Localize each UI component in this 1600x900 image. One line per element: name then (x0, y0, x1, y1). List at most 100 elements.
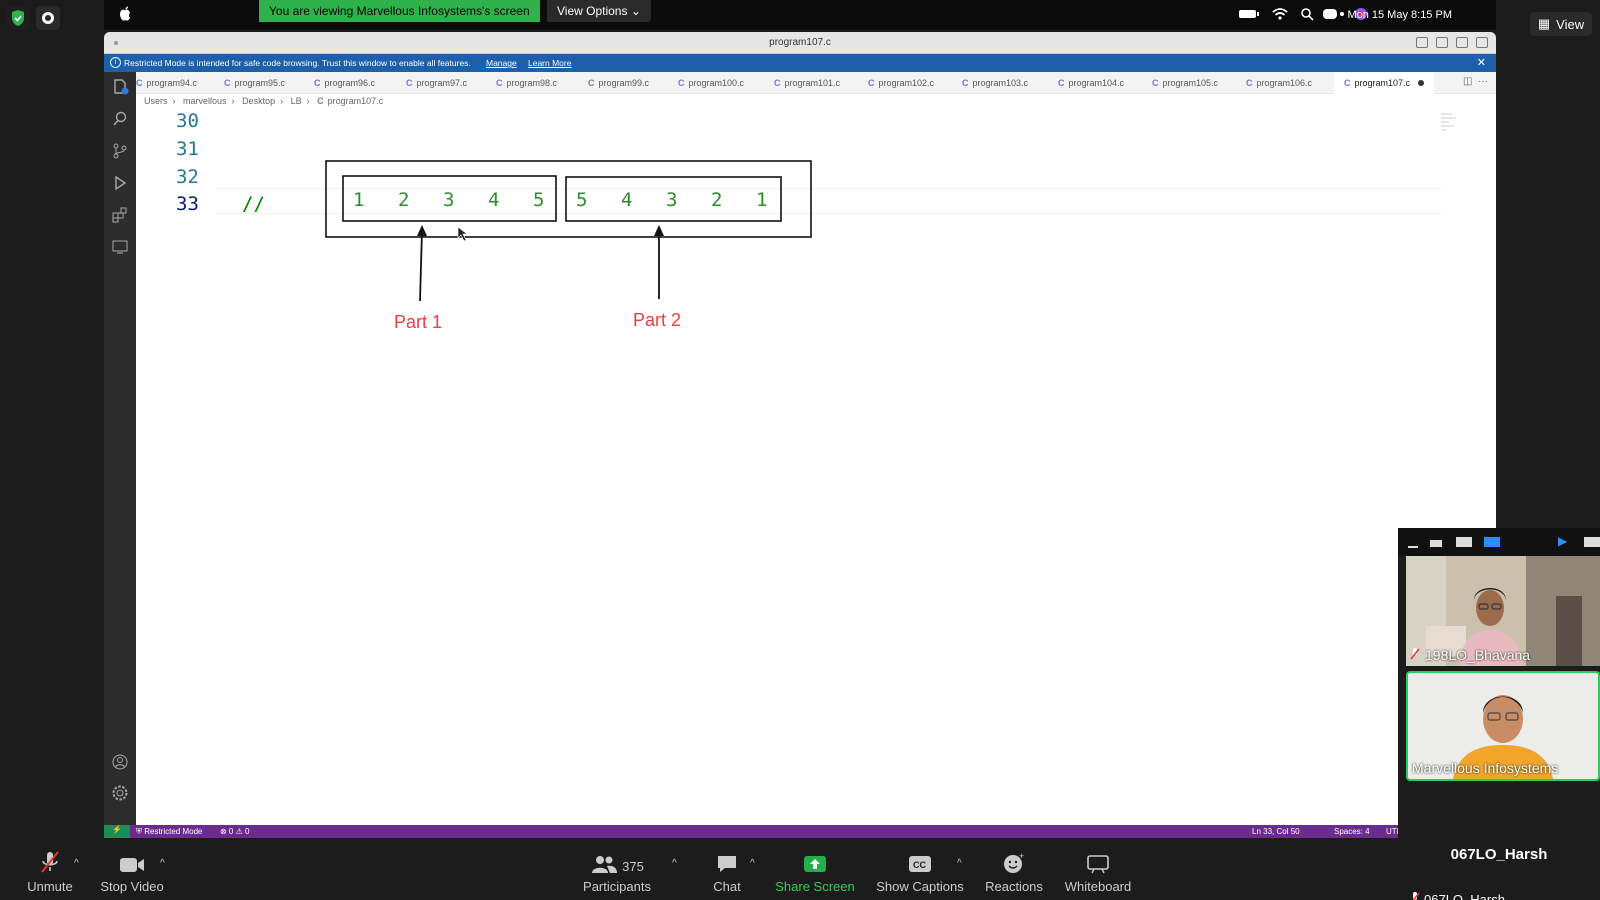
tab-program98[interactable]: Cprogram98.c (496, 72, 557, 94)
c-file-icon: C (314, 78, 321, 88)
view-options-label: View Options (557, 4, 628, 18)
whiteboard-button[interactable]: Whiteboard (1060, 848, 1136, 900)
part1-label: Part 1 (394, 312, 442, 332)
explorer-icon[interactable] (111, 78, 129, 96)
layout-icon[interactable] (1584, 537, 1600, 547)
source-control-icon[interactable] (111, 142, 129, 160)
tab-program96[interactable]: Cprogram96.c (314, 72, 375, 94)
run-debug-icon[interactable] (111, 174, 129, 192)
participant-no-video-label: 067LO_Harsh (1410, 892, 1505, 900)
control-center-icon[interactable] (1322, 7, 1348, 21)
c-file-icon: C (1344, 78, 1351, 88)
close-icon[interactable]: ✕ (1477, 56, 1486, 69)
chevron-right-icon: › (172, 96, 176, 106)
toggle-sidebar-icon[interactable] (1416, 37, 1428, 48)
window-title: program107.c (769, 37, 831, 48)
captions-options-caret-icon[interactable]: ^ (957, 858, 962, 869)
indentation-status[interactable]: Spaces: 4 (1334, 827, 1370, 836)
tab-program100[interactable]: Cprogram100.c (678, 72, 744, 94)
more-actions-icon[interactable]: ··· (1478, 76, 1488, 87)
chevron-right-icon: › (280, 96, 284, 106)
tab-program97[interactable]: Cprogram97.c (406, 72, 467, 94)
whiteboard-icon (1087, 855, 1109, 874)
tab-program95[interactable]: Cprogram95.c (224, 72, 285, 94)
tab-program107[interactable]: Cprogram107.c (1334, 72, 1435, 94)
show-captions-label: Show Captions (876, 879, 964, 894)
record-icon[interactable] (36, 6, 60, 30)
customize-layout-icon[interactable] (1476, 37, 1488, 48)
speaker-strip-icon[interactable] (1430, 540, 1442, 547)
account-icon[interactable] (111, 753, 129, 771)
restricted-notice: Restricted Mode is intended for safe cod… (124, 58, 471, 68)
chat-options-caret-icon[interactable]: ^ (750, 858, 755, 869)
video-tile-active-speaker[interactable]: Marvellous Infosystems (1406, 671, 1600, 781)
part1-value: 2 (398, 189, 409, 211)
show-captions-button[interactable]: CC Show Captions (872, 848, 968, 900)
battery-icon[interactable] (1238, 7, 1260, 21)
toggle-panel-icon[interactable] (1436, 37, 1448, 48)
closed-captions-icon: CC (909, 856, 931, 872)
video-camera-icon (120, 858, 144, 872)
array-diagram: 1 2 3 4 5 5 4 3 2 1 Part 1 Part 2 (325, 160, 812, 332)
problems-status[interactable]: ⊗ 0 ⚠ 0 (220, 827, 249, 836)
c-file-icon: C (1246, 78, 1253, 88)
stop-video-button[interactable]: Stop Video (96, 848, 168, 900)
remote-indicator-icon[interactable]: ⚡ (104, 825, 130, 838)
arrow-head-icon (654, 225, 664, 236)
manage-link[interactable]: Manage (486, 58, 517, 68)
code-editor[interactable]: 30 31 32 33 // 1 2 3 4 5 5 4 3 2 1 Part … (136, 108, 1496, 825)
unmute-button[interactable]: Unmute (20, 848, 80, 900)
tab-program103[interactable]: Cprogram103.c (962, 72, 1028, 94)
toggle-secondary-sidebar-icon[interactable] (1456, 37, 1468, 48)
breadcrumb-item[interactable]: Desktop (242, 96, 275, 106)
activity-bar (104, 72, 136, 825)
restricted-mode-status[interactable]: ⛨ Restricted Mode (136, 827, 202, 837)
search-icon[interactable] (1300, 7, 1314, 21)
tab-program94[interactable]: Cprogram94.c (136, 72, 197, 94)
minimap[interactable] (1440, 112, 1458, 132)
search-icon[interactable] (111, 110, 129, 128)
tab-program104[interactable]: Cprogram104.c (1058, 72, 1124, 94)
gallery-view-icon[interactable] (1484, 537, 1500, 547)
encoding-status[interactable]: UTI (1386, 827, 1399, 836)
svg-text:+: + (1019, 852, 1024, 861)
breadcrumb-item[interactable]: Users (144, 96, 168, 106)
share-screen-button[interactable]: Share Screen (772, 848, 858, 900)
shield-icon[interactable] (6, 6, 30, 30)
breadcrumb-item[interactable]: marvellous (183, 96, 227, 106)
mic-muted-icon (1412, 892, 1420, 900)
mac-menu-bar: You are viewing Marvellous Infosystems's… (104, 0, 1496, 30)
reactions-button[interactable]: + Reactions (980, 848, 1048, 900)
video-options-caret-icon[interactable]: ^ (160, 858, 165, 869)
chat-button[interactable]: Chat (700, 848, 754, 900)
wifi-icon[interactable] (1272, 7, 1288, 21)
learn-more-link[interactable]: Learn More (528, 58, 571, 68)
c-file-icon: C (774, 78, 781, 88)
extensions-icon[interactable] (111, 206, 129, 224)
tab-program99[interactable]: Cprogram99.c (588, 72, 649, 94)
audio-options-caret-icon[interactable]: ^ (74, 858, 79, 869)
c-file-icon: C (588, 78, 595, 88)
apple-icon[interactable] (118, 5, 132, 23)
participants-options-caret-icon[interactable]: ^ (672, 858, 677, 869)
zoom-view-label: View (1556, 16, 1585, 32)
gallery-toolbar: ▶ (1398, 528, 1600, 556)
minimize-icon[interactable] (1408, 546, 1418, 548)
view-options-button[interactable]: View Options ⌄ (547, 0, 651, 22)
tab-program102[interactable]: Cprogram102.c (868, 72, 934, 94)
breadcrumb-item[interactable]: LB (291, 96, 302, 106)
participants-button[interactable]: 375 Participants (578, 848, 656, 900)
cursor-position-status[interactable]: Ln 33, Col 50 (1252, 827, 1300, 836)
next-page-icon[interactable]: ▶ (1558, 534, 1567, 548)
tab-program106[interactable]: Cprogram106.c (1246, 72, 1312, 94)
split-editor-icon[interactable]: ◫ (1463, 76, 1472, 87)
breadcrumb-item[interactable]: program107.c (328, 96, 384, 106)
tab-program101[interactable]: Cprogram101.c (774, 72, 840, 94)
speaker-view-icon[interactable] (1456, 537, 1472, 547)
video-tile[interactable]: 198LO_Bhavana (1406, 556, 1600, 666)
tab-program105[interactable]: Cprogram105.c (1152, 72, 1218, 94)
settings-gear-icon[interactable] (111, 784, 129, 802)
remote-explorer-icon[interactable] (111, 238, 129, 256)
part2-value: 1 (756, 189, 767, 211)
zoom-view-button[interactable]: ▦ View (1530, 12, 1592, 36)
